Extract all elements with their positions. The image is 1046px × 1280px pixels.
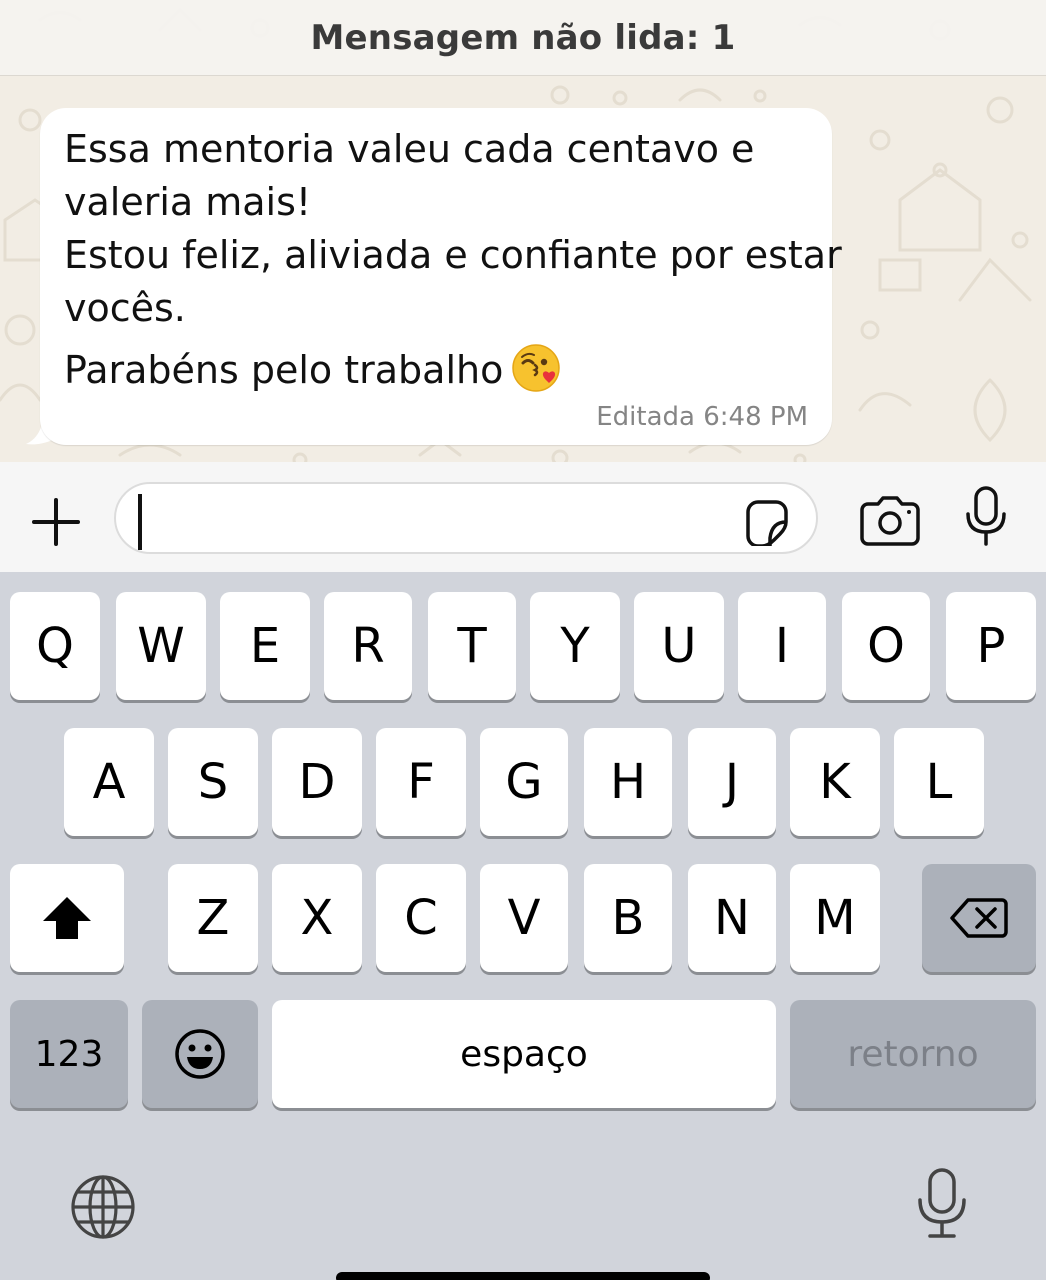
- message-text: Parabéns pelo trabalho: [64, 348, 504, 392]
- backspace-icon: [950, 898, 1008, 938]
- message-text-line: vocês.: [64, 286, 186, 330]
- key-c[interactable]: C: [376, 864, 466, 972]
- key-s[interactable]: S: [168, 728, 258, 836]
- key-q[interactable]: Q: [10, 592, 100, 700]
- key-g[interactable]: G: [480, 728, 568, 836]
- camera-icon[interactable]: [858, 496, 922, 546]
- microphone-icon[interactable]: [962, 486, 1010, 548]
- key-h[interactable]: H: [584, 728, 672, 836]
- key-p[interactable]: P: [946, 592, 1036, 700]
- key-f[interactable]: F: [376, 728, 466, 836]
- message-meta: Editada 6:48 PM: [596, 402, 808, 432]
- unread-messages-banner: Mensagem não lida: 1: [0, 0, 1046, 76]
- key-v[interactable]: V: [480, 864, 568, 972]
- shift-key[interactable]: [10, 864, 124, 972]
- key-x[interactable]: X: [272, 864, 362, 972]
- key-o[interactable]: O: [842, 592, 930, 700]
- key-m[interactable]: M: [790, 864, 880, 972]
- return-key[interactable]: retorno: [790, 1000, 1036, 1108]
- shift-icon: [43, 897, 91, 939]
- message-text-line: valeria mais!: [64, 180, 312, 224]
- numbers-key[interactable]: 123: [10, 1000, 128, 1108]
- edited-label: Editada: [596, 402, 695, 432]
- plus-icon[interactable]: [28, 494, 84, 550]
- key-w[interactable]: W: [116, 592, 206, 700]
- message-time: 6:48 PM: [703, 402, 808, 432]
- key-l[interactable]: L: [894, 728, 984, 836]
- sticker-icon[interactable]: [742, 496, 792, 546]
- home-indicator[interactable]: [336, 1272, 710, 1280]
- message-text-line-last: Parabéns pelo trabalho: [64, 343, 561, 399]
- key-z[interactable]: Z: [168, 864, 258, 972]
- key-i[interactable]: I: [738, 592, 826, 700]
- virtual-keyboard: Q W E R T Y U I O P A S D F G H J K L Z …: [0, 572, 1046, 1280]
- dictation-icon[interactable]: [914, 1168, 970, 1240]
- emoji-key[interactable]: [142, 1000, 258, 1108]
- key-n[interactable]: N: [688, 864, 776, 972]
- emoji-icon: [175, 1029, 225, 1079]
- message-input[interactable]: [114, 482, 818, 554]
- key-y[interactable]: Y: [530, 592, 620, 700]
- message-composer: [0, 462, 1046, 572]
- message-text-line: Estou feliz, aliviada e confiante por es…: [64, 233, 842, 277]
- key-a[interactable]: A: [64, 728, 154, 836]
- message-text-line: Essa mentoria valeu cada centavo e: [64, 127, 755, 171]
- key-k[interactable]: K: [790, 728, 880, 836]
- space-key[interactable]: espaço: [272, 1000, 776, 1108]
- key-u[interactable]: U: [634, 592, 724, 700]
- key-b[interactable]: B: [584, 864, 672, 972]
- kissing-face-emoji-icon: [511, 343, 561, 399]
- key-t[interactable]: T: [428, 592, 516, 700]
- key-d[interactable]: D: [272, 728, 362, 836]
- text-caret: [138, 494, 142, 550]
- key-r[interactable]: R: [324, 592, 412, 700]
- key-j[interactable]: J: [688, 728, 776, 836]
- key-e[interactable]: E: [220, 592, 310, 700]
- globe-icon[interactable]: [70, 1174, 136, 1240]
- backspace-key[interactable]: [922, 864, 1036, 972]
